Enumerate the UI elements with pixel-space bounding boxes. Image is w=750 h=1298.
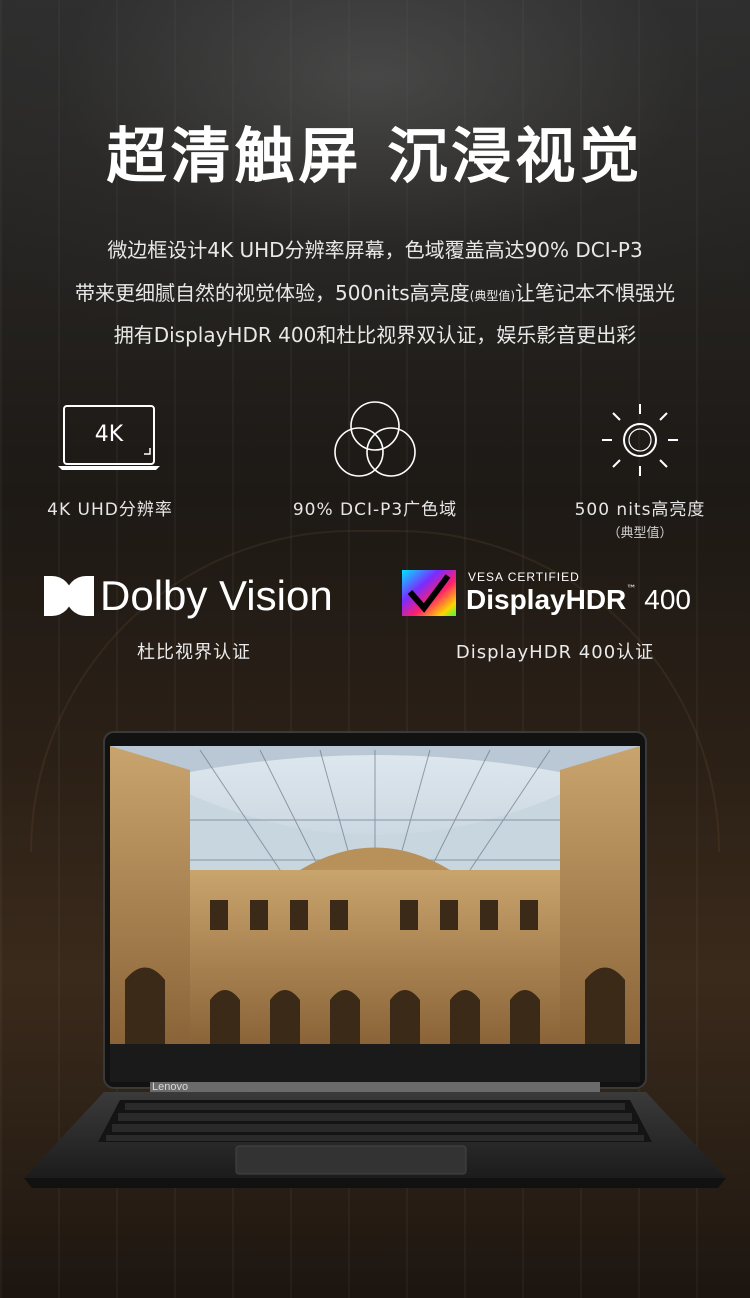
description-line-2a: 带来更细腻自然的视觉体验，500nits高亮度	[74, 281, 470, 305]
vesa-cert-label: DisplayHDR 400认证	[455, 642, 655, 663]
displayhdr-brand-text: DisplayHDR	[466, 584, 627, 615]
dolby-double-d-icon	[44, 576, 94, 616]
feature-4k-label: 4K UHD分辨率	[47, 500, 173, 520]
color-gamut-circles-icon	[330, 398, 420, 486]
dolby-cert-label: 杜比视界认证	[137, 642, 251, 663]
vesa-color-square-icon	[402, 570, 456, 616]
feature-4k: 4K UHD分辨率	[0, 495, 220, 520]
laptop-brand-text: Lenovo	[152, 1081, 189, 1093]
brightness-sun-icon	[598, 400, 682, 484]
feature-color-gamut: 90% DCI-P3广色域	[265, 495, 485, 520]
displayhdr-number: 400	[644, 584, 691, 615]
dolby-vision-logo: Dolby Vision	[44, 570, 333, 622]
headline: 超清触屏 沉浸视觉	[106, 122, 644, 192]
vesa-displayhdr-logo: VESA CERTIFIED DisplayHDR™ 400	[402, 570, 691, 620]
description-line-2b: 让笔记本不惧强光	[515, 281, 676, 305]
displayhdr-wordmark: DisplayHDR™ 400	[466, 584, 691, 616]
vesa-certified-text: VESA CERTIFIED	[468, 570, 580, 584]
trademark-symbol: ™	[626, 584, 637, 595]
typical-value-note: (典型值)	[469, 289, 516, 303]
description-line-3: 拥有DisplayHDR 400和杜比视界双认证，娱乐影音更出彩	[113, 323, 637, 347]
feature-color-gamut-label: 90% DCI-P3广色域	[292, 500, 458, 520]
description-line-1: 微边框设计4K UHD分辨率屏幕，色域覆盖高达90% DCI-P3	[107, 238, 643, 262]
feature-brightness: 500 nits高亮度 （典型值）	[530, 495, 750, 541]
dolby-vision-text: Dolby Vision	[100, 572, 333, 619]
description-line-2: 带来更细腻自然的视觉体验，500nits高亮度(典型值)让笔记本不惧强光	[0, 277, 750, 306]
feature-brightness-sub: （典型值）	[607, 526, 673, 541]
feature-brightness-label: 500 nits高亮度	[574, 500, 706, 520]
4k-icon-text: 4K	[94, 422, 124, 447]
laptop-4k-icon: 4K	[56, 404, 162, 476]
laptop-product-image: Lenovo	[0, 730, 750, 1200]
